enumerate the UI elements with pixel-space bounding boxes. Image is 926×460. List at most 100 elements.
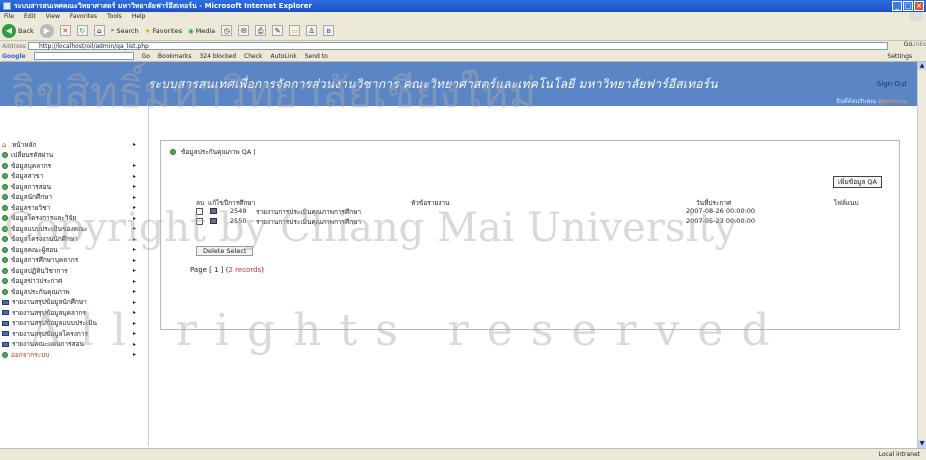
row-select-checkbox[interactable]	[196, 208, 203, 215]
book-icon	[2, 320, 9, 326]
windows-logo-icon	[910, 12, 922, 21]
delete-select-button[interactable]: Delete Select	[196, 246, 254, 256]
popup-blocked-button[interactable]: 324 blocked	[199, 53, 236, 60]
sidebar-item-label: รายงานคณะแผนการสอน	[12, 340, 84, 348]
forward-button[interactable]: ▶	[39, 23, 54, 38]
submenu-arrow-icon: ▸	[132, 340, 136, 348]
menu-file[interactable]: File	[4, 13, 14, 20]
sidebar-item[interactable]: รายงานสรุปข้อมูลบุคลากร ▸	[2, 308, 136, 317]
ie-icon	[3, 2, 11, 10]
sidebar-item-label: หน้าหลัก	[12, 140, 37, 149]
add-qa-button[interactable]: เพิ่มข้อมูล QA	[832, 176, 882, 188]
submenu-arrow-icon: ▸	[132, 298, 136, 306]
circle-icon	[2, 204, 8, 211]
row-topic[interactable]: รายงานการประเมินคุณภาพการศึกษา	[256, 217, 361, 227]
menu-favorites[interactable]: Favorites	[70, 13, 97, 20]
row-select-checkbox[interactable]	[196, 218, 203, 225]
sidebar-item-label: รายงานสรุปข้อมูลบุคลากร	[12, 308, 86, 317]
circle-icon	[2, 173, 8, 179]
close-button[interactable]: ×	[914, 1, 924, 11]
sidebar-item[interactable]: ข้อมูลประกันคุณภาพ ▸	[2, 287, 136, 296]
favorites-button[interactable]: ★ Favorites	[145, 27, 182, 35]
mail-icon[interactable]: ✉	[238, 25, 250, 36]
sidebar-item[interactable]: ข้อมูลนักศึกษา ▸	[2, 193, 136, 202]
sidebar-item-label: ข้อมูลโครงการและวิจัย	[11, 214, 77, 222]
sidebar-item[interactable]: ข้อมูลการศึกษาบุคลากร ▸	[2, 256, 136, 265]
back-button[interactable]: ◀ Back	[2, 23, 34, 38]
site-banner: ระบบสารสนเทศเพื่อการจัดการส่วนงานวิชาการ…	[0, 62, 917, 106]
sidebar-item[interactable]: ข้อมูลบุคลากร ▸	[2, 161, 136, 170]
row-topic[interactable]: รายงานการประเมินคุณภาพการศึกษา	[256, 207, 361, 217]
sidebar-item[interactable]: รายงานสรุปข้อมูลโครงการ ▸	[2, 329, 136, 338]
bluetooth-icon[interactable]: ʙ	[323, 25, 335, 36]
sidebar-item[interactable]: ข้อมูลการสอน ▸	[2, 182, 136, 191]
sidebar-item[interactable]: รายงานคณะแผนการสอน ▸	[2, 340, 136, 349]
sidebar-divider	[148, 106, 149, 446]
sidebar-item[interactable]: ⌂ หน้าหลัก ▸	[2, 140, 136, 149]
standard-toolbar: ◀ Back ▶ ✕ ↻ ⌂ ⌕ Search ★ Favorites ◉ Media …	[0, 21, 926, 41]
menu-bar: File Edit View Favorites Tools Help	[0, 12, 926, 21]
sidebar-item-label: ข้อมูลการสอน	[11, 182, 52, 191]
scroll-up-icon[interactable]: ▲	[918, 62, 926, 70]
zone-indicator: Local intranet	[878, 451, 920, 458]
address-input[interactable]: http://localhost/oil/admin/qa_list.php	[28, 42, 888, 50]
sidebar-item-label: เปลี่ยนรหัสผ่าน	[11, 151, 54, 159]
google-go-button[interactable]: Go	[142, 53, 150, 60]
media-button[interactable]: ◉ Media	[188, 27, 215, 35]
print-icon[interactable]: ⎙	[255, 25, 267, 36]
home-icon[interactable]: ⌂	[93, 25, 105, 36]
circle-icon	[2, 162, 8, 169]
circle-icon	[2, 351, 8, 358]
minimize-button[interactable]: _	[892, 1, 902, 11]
messenger-icon[interactable]: ♙	[306, 25, 318, 36]
circle-icon	[2, 215, 8, 221]
breadcrumb: ข้อมูลประกันคุณภาพ QA |	[170, 147, 256, 157]
search-button[interactable]: ⌕ Search	[111, 26, 139, 35]
menu-tools[interactable]: Tools	[107, 13, 122, 20]
submenu-arrow-icon: ▸	[132, 277, 136, 285]
submenu-arrow-icon: ▸	[132, 204, 136, 211]
address-bar: Address http://localhost/oil/admin/qa_li…	[0, 41, 926, 51]
submenu-arrow-icon: ▸	[132, 214, 136, 222]
edit-icon[interactable]: ✎	[272, 25, 284, 36]
refresh-icon[interactable]: ↻	[76, 25, 88, 36]
sidebar-item[interactable]: ข้อมูลปฏิทินวิชาการ ▸	[2, 266, 136, 275]
scroll-down-icon[interactable]: ▼	[918, 440, 926, 448]
sidebar-item[interactable]: ข้อมูลโครงการและวิจัย ▸	[2, 214, 136, 223]
sidebar-item[interactable]: ข้อมูลแบบประเมินของคณะ ▸	[2, 224, 136, 233]
vertical-scrollbar[interactable]: ▲ ▼	[917, 62, 926, 448]
sidebar-item[interactable]: ข้อมูลโครงงานนักศึกษา ▸	[2, 235, 136, 244]
menu-view[interactable]: View	[46, 13, 60, 20]
sidebar-item[interactable]: รายงานสรุปข้อมูลแบบประเมิน ▸	[2, 319, 136, 328]
signout-link[interactable]: Sign Out	[877, 80, 907, 88]
sidebar-item[interactable]: รายงานสรุปข้อมูลนักศึกษา ▸	[2, 298, 136, 307]
google-search-input[interactable]	[33, 52, 134, 60]
bookmarks-button[interactable]: Bookmarks	[158, 53, 192, 60]
search-icon: ⌕	[110, 26, 115, 34]
sidebar-item[interactable]: ข้อมูลรายวิชา ▸	[2, 203, 136, 212]
links-button[interactable]: Links	[911, 41, 926, 48]
folder-icon[interactable]: ▭	[289, 25, 301, 36]
menu-edit[interactable]: Edit	[24, 13, 36, 20]
sendto-button[interactable]: Send to	[305, 53, 328, 60]
book-icon	[2, 341, 9, 347]
sidebar-item[interactable]: ข้อมูลสาขา ▸	[2, 172, 136, 181]
history-icon[interactable]: ◷	[221, 25, 233, 36]
maximize-button[interactable]: □	[903, 1, 913, 11]
stop-icon[interactable]: ✕	[59, 25, 71, 36]
page-title: ข้อมูลประกันคุณภาพ QA |	[181, 148, 256, 156]
circle-icon	[2, 257, 8, 263]
sidebar-item[interactable]: เปลี่ยนรหัสผ่าน	[2, 151, 136, 160]
edit-icon[interactable]	[210, 208, 217, 214]
sidebar-item[interactable]: ออกจากระบบ ▸	[2, 350, 136, 359]
spellcheck-button[interactable]: Check	[244, 53, 262, 60]
google-settings-button[interactable]: Settings	[887, 53, 912, 60]
circle-icon	[2, 236, 8, 242]
sidebar-item[interactable]: ข้อมูลคณะผู้สอน ▸	[2, 245, 136, 254]
autolink-button[interactable]: AutoLink	[271, 53, 297, 60]
circle-icon	[2, 278, 8, 284]
edit-icon[interactable]	[210, 218, 217, 224]
sidebar-item[interactable]: ข้อมูลข่าวประกาศ ▸	[2, 277, 136, 286]
submenu-arrow-icon: ▸	[132, 288, 136, 295]
menu-help[interactable]: Help	[132, 13, 146, 20]
